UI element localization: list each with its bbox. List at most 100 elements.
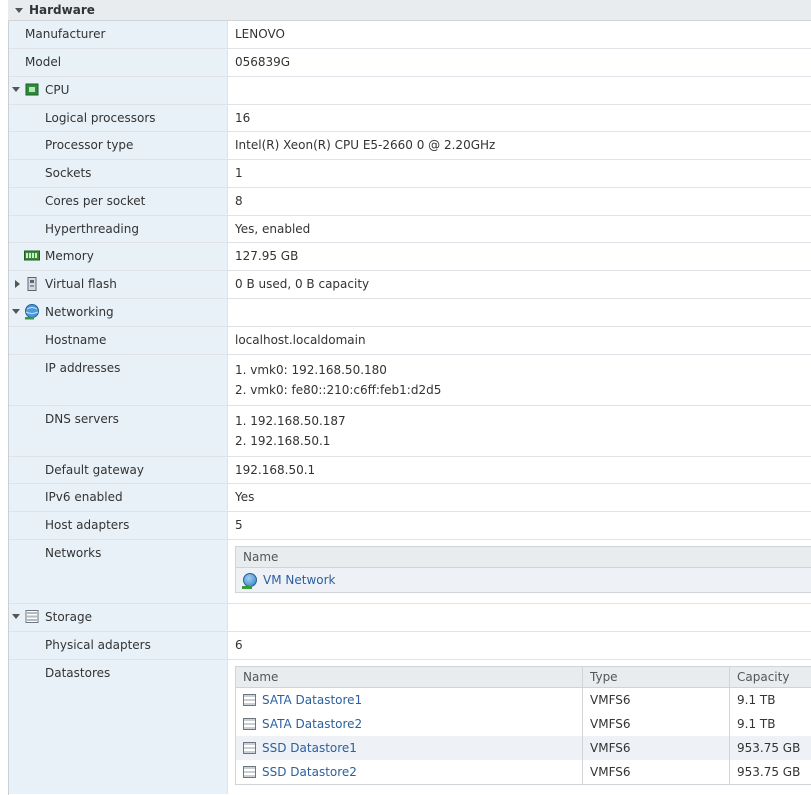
value-default-gateway: 192.168.50.1 — [235, 463, 316, 477]
datastores-table: Name Type Capacity SATA Datastore1 VMFS6… — [235, 666, 811, 785]
networks-col-name[interactable]: Name — [236, 550, 278, 564]
row-manufacturer: Manufacturer LENOVO — [9, 21, 811, 49]
row-hostname: Hostname localhost.localdomain — [9, 327, 811, 355]
row-networking[interactable]: Networking — [9, 299, 811, 327]
datastore-icon — [243, 742, 256, 754]
value-hostname: localhost.localdomain — [235, 333, 366, 347]
datastores-table-header: Name Type Capacity — [236, 667, 811, 688]
cpu-icon — [25, 83, 39, 96]
datastores-col-name[interactable]: Name — [236, 667, 583, 687]
ip-address-item: 2. vmk0: fe80::210:c6ff:feb1:d2d5 — [235, 383, 442, 397]
row-processor-type: Processor type Intel(R) Xeon(R) CPU E5-2… — [9, 132, 811, 160]
label-networks: Networks — [9, 540, 228, 603]
label-cpu-cell[interactable]: CPU — [9, 77, 228, 104]
row-datastores: Datastores Name Type Capacity SATA Datas… — [9, 660, 811, 794]
datastore-name-link[interactable]: SSD Datastore2 — [262, 765, 357, 779]
dns-server-item: 2. 192.168.50.1 — [235, 434, 331, 448]
row-ip-addresses: IP addresses 1. vmk0: 192.168.50.180 2. … — [9, 355, 811, 406]
datastores-col-type[interactable]: Type — [583, 667, 730, 687]
label-hyperthreading: Hyperthreading — [9, 216, 228, 242]
datastore-icon — [243, 766, 256, 778]
label-sockets: Sockets — [9, 160, 228, 187]
label-physical-adapters: Physical adapters — [9, 632, 228, 659]
label-memory-cell: Memory — [9, 243, 228, 270]
datastore-type: VMFS6 — [583, 736, 730, 760]
label-host-adapters: Host adapters — [9, 512, 228, 539]
networking-globe-icon — [25, 304, 39, 320]
datastore-type: VMFS6 — [583, 688, 730, 712]
virtual-flash-icon — [27, 277, 37, 291]
datastore-row[interactable]: SSD Datastore2 VMFS6 953.75 GB — [236, 760, 811, 784]
value-ip-addresses: 1. vmk0: 192.168.50.180 2. vmk0: fe80::2… — [228, 355, 811, 405]
datastore-type: VMFS6 — [583, 760, 730, 784]
datastore-name-link[interactable]: SATA Datastore1 — [262, 693, 362, 707]
row-cores-per-socket: Cores per socket 8 — [9, 188, 811, 216]
label-memory: Memory — [45, 249, 94, 263]
row-cpu[interactable]: CPU — [9, 77, 811, 105]
network-globe-icon — [242, 573, 257, 589]
memory-icon — [24, 250, 40, 261]
label-networking: Networking — [45, 305, 114, 319]
datastore-name-link[interactable]: SATA Datastore2 — [262, 717, 362, 731]
value-cpu — [228, 77, 811, 104]
value-manufacturer: LENOVO — [235, 27, 285, 41]
label-networking-cell[interactable]: Networking — [9, 299, 228, 326]
datastores-col-capacity[interactable]: Capacity — [730, 667, 811, 687]
row-hyperthreading: Hyperthreading Yes, enabled — [9, 216, 811, 243]
hardware-section-header[interactable]: Hardware — [8, 0, 811, 21]
label-default-gateway: Default gateway — [9, 457, 228, 483]
cpu-collapse-arrow-icon[interactable] — [12, 87, 20, 92]
value-model: 056839G — [235, 55, 291, 69]
row-memory: Memory 127.95 GB — [9, 243, 811, 271]
datastore-row[interactable]: SATA Datastore1 VMFS6 9.1 TB — [236, 688, 811, 712]
label-storage: Storage — [45, 610, 92, 624]
row-networks: Networks Name VM Network — [9, 540, 811, 604]
label-virtual-flash: Virtual flash — [45, 277, 117, 291]
label-logical-processors: Logical processors — [9, 105, 228, 131]
label-virtual-flash-cell[interactable]: Virtual flash — [9, 271, 228, 298]
datastore-name-link[interactable]: SSD Datastore1 — [262, 741, 357, 755]
label-storage-cell[interactable]: Storage — [9, 604, 228, 631]
datastore-row[interactable]: SATA Datastore2 VMFS6 9.1 TB — [236, 712, 811, 736]
value-hyperthreading: Yes, enabled — [235, 222, 311, 236]
row-host-adapters: Host adapters 5 — [9, 512, 811, 540]
section-title: Hardware — [29, 3, 95, 17]
row-storage[interactable]: Storage — [9, 604, 811, 632]
label-dns-servers: DNS servers — [9, 406, 228, 456]
row-dns-servers: DNS servers 1. 192.168.50.187 2. 192.168… — [9, 406, 811, 457]
networks-table: Name VM Network — [235, 546, 811, 593]
value-storage — [228, 604, 811, 631]
hardware-properties-table: Manufacturer LENOVO Model 056839G CPU Lo… — [9, 21, 811, 794]
label-datastores: Datastores — [9, 660, 228, 794]
row-default-gateway: Default gateway 192.168.50.1 — [9, 457, 811, 484]
row-sockets: Sockets 1 — [9, 160, 811, 188]
value-sockets: 1 — [235, 166, 243, 180]
label-ip-addresses: IP addresses — [9, 355, 228, 405]
networks-table-row[interactable]: VM Network — [236, 568, 811, 592]
datastore-capacity: 9.1 TB — [737, 693, 776, 707]
datastore-type: VMFS6 — [583, 712, 730, 736]
value-ipv6-enabled: Yes — [235, 490, 255, 504]
row-logical-processors: Logical processors 16 — [9, 105, 811, 132]
row-ipv6-enabled: IPv6 enabled Yes — [9, 484, 811, 512]
datastore-icon — [243, 718, 256, 730]
datastore-capacity: 9.1 TB — [737, 717, 776, 731]
value-logical-processors: 16 — [235, 111, 251, 125]
networking-collapse-arrow-icon[interactable] — [12, 309, 20, 314]
row-virtual-flash[interactable]: Virtual flash 0 B used, 0 B capacity — [9, 271, 811, 299]
label-cpu: CPU — [45, 83, 70, 97]
value-datastores: Name Type Capacity SATA Datastore1 VMFS6… — [228, 660, 811, 794]
storage-icon — [25, 610, 39, 623]
datastore-row[interactable]: SSD Datastore1 VMFS6 953.75 GB — [236, 736, 811, 760]
storage-collapse-arrow-icon[interactable] — [12, 614, 20, 619]
label-manufacturer: Manufacturer — [9, 21, 228, 48]
virtual-flash-expand-arrow-icon[interactable] — [15, 280, 20, 288]
value-host-adapters: 5 — [235, 518, 243, 532]
value-networks: Name VM Network — [228, 540, 811, 603]
collapse-arrow-icon[interactable] — [15, 7, 23, 13]
value-virtual-flash: 0 B used, 0 B capacity — [235, 277, 370, 291]
datastore-capacity: 953.75 GB — [737, 741, 801, 755]
datastore-capacity: 953.75 GB — [737, 765, 801, 779]
network-link[interactable]: VM Network — [263, 573, 335, 587]
row-physical-adapters: Physical adapters 6 — [9, 632, 811, 660]
